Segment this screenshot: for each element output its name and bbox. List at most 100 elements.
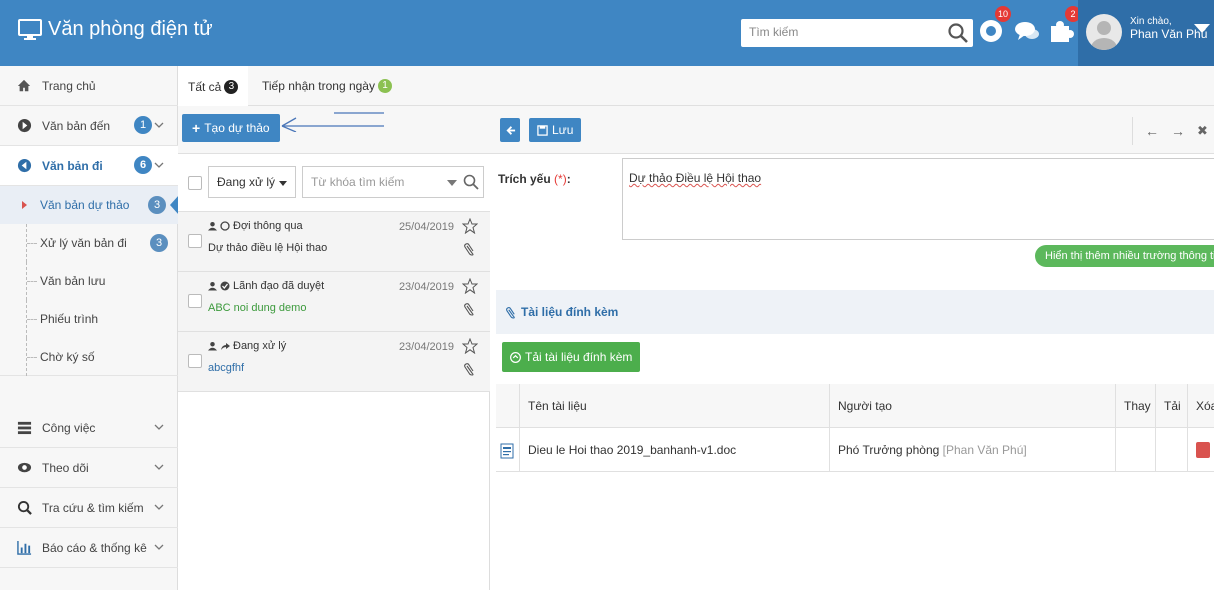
sidebar-item-reports[interactable]: Báo cáo & thống kê (0, 528, 178, 568)
delete-cell (1188, 428, 1214, 472)
sidebar-subitem-await-signature[interactable]: Chờ ký số (0, 338, 178, 376)
summary-label: Trích yếu (*): (498, 172, 571, 186)
plugin-button[interactable]: 2 (1046, 6, 1081, 46)
creator-name: [Phan Văn Phú] (942, 443, 1027, 457)
sidebar-item-outgoing[interactable]: Văn bản đi 6 (0, 146, 178, 186)
status-filter-select[interactable]: Đang xử lý (208, 166, 296, 198)
col-header-delete: Xóa (1196, 399, 1214, 413)
doc-title: ABC noi dung demo (208, 302, 307, 314)
star-icon[interactable] (462, 338, 478, 354)
summary-value: Dự thảo Điều lệ Hội thao (629, 171, 762, 185)
search-icon[interactable] (947, 22, 969, 44)
list-item[interactable]: Đang xử lý 23/04/2019 abcgfhf (178, 332, 490, 392)
search-icon[interactable] (463, 174, 479, 190)
sidebar-item-follow[interactable]: Theo dõi (0, 448, 178, 488)
col-header-name: Tên tài liệu (520, 384, 830, 428)
status-filter-value: Đang xử lý (217, 175, 276, 189)
trash-icon[interactable] (1196, 442, 1210, 458)
nav-group: ← → ✖ (1132, 117, 1214, 145)
keyword-filter (302, 166, 484, 198)
search-icon (16, 500, 32, 516)
doc-title: abcgfhf (208, 362, 245, 374)
count-badge: 1 (134, 116, 152, 134)
arrow-circle-up-icon (510, 351, 521, 363)
user-icon (208, 341, 217, 351)
sidebar-subitem-label: Phiếu trình (40, 312, 99, 326)
sidebar-item-label: Báo cáo & thống kê (42, 540, 147, 555)
filter-bar: Đang xử lý (178, 154, 490, 212)
chevron-down-icon (154, 162, 164, 168)
doc-date: 23/04/2019 (398, 341, 454, 353)
sidebar-item-label: Văn bản đến (42, 118, 111, 133)
floppy-icon (537, 124, 548, 136)
doc-status: Đang xử lý (208, 340, 286, 352)
list-item[interactable]: Đợi thông qua 25/04/2019 Dự thảo điều lệ… (178, 212, 490, 272)
save-label: Lưu (552, 123, 574, 137)
share-arrow-icon (221, 343, 230, 350)
document-list-panel: + Tạo dự thảo Đang xử lý Đợi thông qua (178, 106, 490, 590)
expand-icon[interactable]: ✖ (1197, 123, 1208, 139)
document-detail-panel: Lưu ← → ✖ Trích yếu (*): Dự thảo Điều lệ… (490, 106, 1214, 590)
top-bar: Văn phòng điện tử 10 2 (0, 0, 1214, 66)
row-checkbox[interactable] (188, 234, 202, 248)
user-silhouette-icon (1091, 21, 1117, 50)
upload-label: Tải tài liệu đính kèm (525, 350, 633, 364)
summary-label-colon: : (566, 172, 571, 186)
caret-down-icon (1194, 24, 1210, 33)
app-title: Văn phòng điện tử (48, 18, 213, 40)
save-button[interactable]: Lưu (529, 118, 582, 142)
chevron-down-icon (154, 544, 164, 550)
tab-label: Tất cả (188, 79, 222, 94)
star-icon[interactable] (462, 218, 478, 234)
tab-bar: Tất cả 3 Tiếp nhận trong ngày 1 (178, 66, 1214, 107)
notification-button[interactable]: 10 (976, 6, 1011, 46)
sidebar-item-home[interactable]: Trang chủ (0, 66, 178, 106)
sidebar-subitem-drafts[interactable]: Văn bản dự thảo 3 (0, 186, 179, 224)
tab-count-badge: 1 (377, 79, 392, 93)
summary-textarea[interactable]: Dự thảo Điều lệ Hội thao (622, 158, 1214, 240)
sidebar-subitem-label: Xử lý văn bản đi (40, 236, 127, 250)
sidebar-item-search[interactable]: Tra cứu & tìm kiếm (0, 488, 178, 528)
user-menu[interactable]: Xin chào, Phan Văn Phú (1078, 0, 1214, 66)
table-header-row: Tên tài liệu Người tạo Thay Tải Xóa (496, 384, 1214, 428)
app-brand[interactable]: Văn phòng điện tử (18, 18, 213, 41)
eye-icon (16, 460, 32, 476)
sidebar-subitem-archived[interactable]: Văn bản lưu (0, 262, 178, 300)
sidebar-item-incoming[interactable]: Văn bản đến 1 (0, 106, 178, 146)
chat-button[interactable] (1012, 16, 1042, 46)
doc-title: Dự thảo điều lệ Hội thao (208, 242, 328, 254)
caret-down-icon[interactable] (447, 180, 457, 186)
arrow-right-icon[interactable]: → (1171, 123, 1185, 139)
tab-count-badge: 3 (224, 79, 239, 94)
keyword-filter-input[interactable] (303, 167, 443, 197)
sidebar-subitem-process-outgoing[interactable]: Xử lý văn bản đi 3 (0, 224, 178, 262)
attachments-title: Tài liệu đính kèm (521, 305, 619, 319)
arrow-left-icon[interactable]: ← (1145, 123, 1159, 139)
chevron-down-icon (154, 122, 164, 128)
list-toolbar: + Tạo dự thảo (178, 106, 490, 154)
star-icon[interactable] (462, 278, 478, 294)
row-checkbox[interactable] (188, 354, 202, 368)
upload-attachment-button[interactable]: Tải tài liệu đính kèm (502, 342, 641, 372)
global-search-input[interactable] (741, 19, 931, 45)
back-button[interactable] (500, 118, 520, 142)
sidebar-item-tasks[interactable]: Công việc (0, 408, 178, 448)
select-all-checkbox[interactable] (188, 176, 202, 190)
paperclip-icon (464, 243, 474, 256)
file-creator: Phó Trưởng phòng [Phan Văn Phú] (830, 428, 1116, 472)
home-icon (16, 78, 32, 94)
create-draft-button[interactable]: + Tạo dự thảo (182, 114, 280, 142)
row-checkbox[interactable] (188, 294, 202, 308)
tab-all[interactable]: Tất cả 3 (178, 66, 249, 107)
sidebar-item-label: Công việc (42, 420, 96, 435)
file-name[interactable]: Dieu le Hoi thao 2019_banhanh-v1.doc (520, 428, 830, 472)
plus-icon: + (192, 120, 201, 136)
sidebar-subitem-submission[interactable]: Phiếu trình (0, 300, 178, 338)
tab-received-today[interactable]: Tiếp nhận trong ngày 1 (256, 66, 398, 106)
list-item[interactable]: Lãnh đạo đã duyệt 23/04/2019 ABC noi dun… (178, 272, 490, 332)
doc-status: Đợi thông qua (208, 220, 303, 232)
user-icon (208, 221, 217, 231)
paperclip-icon (506, 306, 515, 319)
replace-cell (1116, 428, 1156, 472)
show-more-fields-button[interactable]: Hiển thị thêm nhiều trường thông tin hơn (1035, 245, 1214, 267)
